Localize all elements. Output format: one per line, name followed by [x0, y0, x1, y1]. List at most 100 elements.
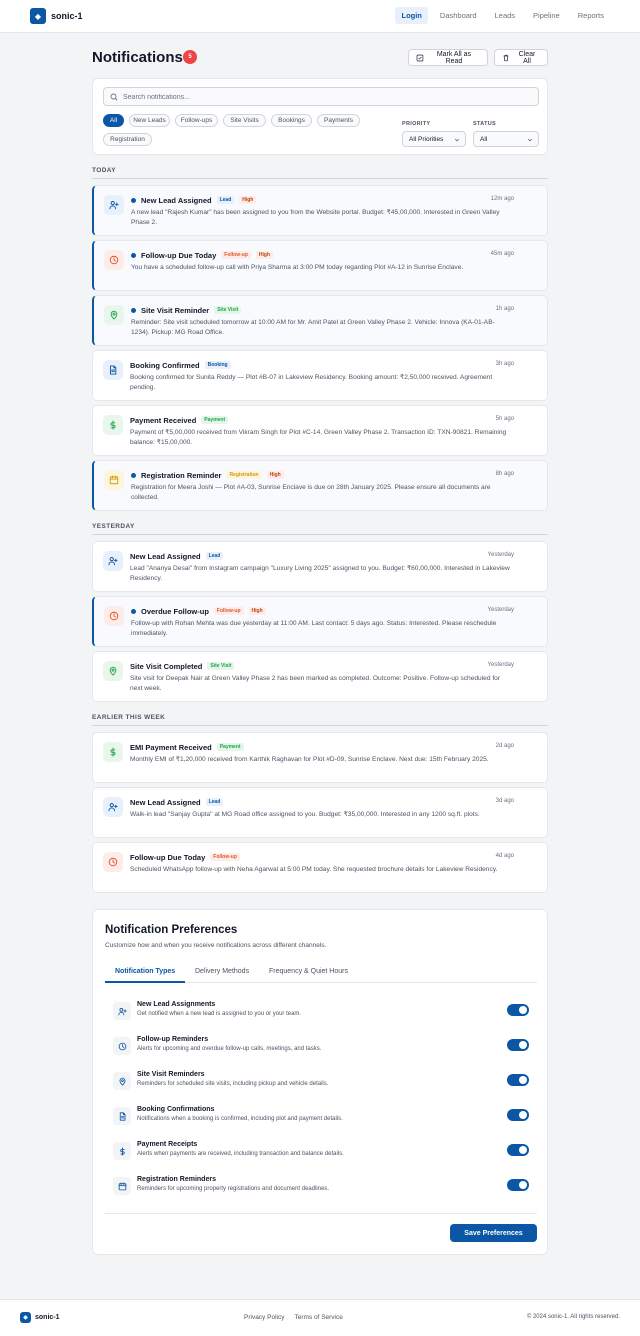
filter-chip-follow-ups[interactable]: Follow-ups	[175, 114, 218, 127]
preference-icon-wrap	[113, 1037, 131, 1055]
notification-card[interactable]: Follow-up Due Today Follow-up 4d ago Schedu…	[92, 842, 548, 893]
brand[interactable]: ◆ sonic-1	[30, 8, 83, 24]
notification-description: Lead "Ananya Desai" from Instagram campa…	[130, 565, 510, 582]
notification-title: Registration Reminder	[141, 470, 222, 480]
unread-dot-icon	[131, 307, 136, 313]
preference-icon-wrap	[113, 1072, 131, 1090]
tab-delivery-methods[interactable]: Delivery Methods	[195, 968, 249, 975]
filter-chip-new-leads[interactable]: New Leads	[129, 114, 170, 127]
section-label: YESTERDAY	[92, 523, 135, 530]
terms-of-service-link[interactable]: Terms of Service	[294, 1314, 342, 1321]
trash-icon	[503, 54, 509, 61]
category-tag: Site Visit	[207, 662, 235, 670]
notification-card[interactable]: Follow-up Due Today Follow-up High 45m ago Y…	[92, 240, 548, 291]
tab-notification-types[interactable]: Notification Types	[115, 968, 175, 975]
preference-row: Registration Reminders Reminders for upco…	[113, 1176, 529, 1204]
priority-tag: High	[239, 196, 257, 204]
footer-logo-icon: ◆	[20, 1312, 31, 1323]
notification-title-row: Follow-up Due Today Follow-up	[130, 852, 240, 862]
notification-description: You have a scheduled follow-up call with…	[131, 264, 464, 271]
filter-chip-bookings[interactable]: Bookings	[271, 114, 312, 127]
section-divider	[92, 178, 548, 179]
filter-chip-site-visits[interactable]: Site Visits	[223, 114, 266, 127]
notification-card[interactable]: New Lead Assigned Lead Yesterday Lead "Anan…	[92, 541, 548, 592]
preference-toggle[interactable]	[507, 1074, 529, 1086]
status-select[interactable]: All	[473, 131, 539, 147]
notification-card[interactable]: Site Visit Completed Site Visit Yesterday S…	[92, 651, 548, 702]
brand-name: sonic-1	[51, 11, 83, 21]
notification-time: 5h ago	[495, 416, 514, 422]
filter-panel: All New Leads Follow-ups Site Visits Boo…	[92, 78, 548, 155]
preference-icon-wrap	[113, 1177, 131, 1195]
notification-card[interactable]: Overdue Follow-up Follow-up High Yesterday F…	[92, 596, 548, 647]
notification-description: Walk-in lead "Sanjay Gupta" at MG Road o…	[130, 811, 480, 818]
user-plus-icon	[108, 557, 118, 566]
notification-preferences-card: Notification Preferences Customize how a…	[92, 909, 548, 1255]
clock-icon	[108, 857, 118, 867]
mark-all-read-button[interactable]: Mark All as Read	[408, 49, 488, 66]
preference-toggle[interactable]	[507, 1039, 529, 1051]
unread-dot-icon	[131, 608, 136, 614]
section-label: EARLIER THIS WEEK	[92, 714, 166, 721]
user-plus-icon	[109, 201, 119, 210]
notification-card[interactable]: Site Visit Reminder Site Visit 1h ago Remin…	[92, 295, 548, 346]
save-preferences-button[interactable]: Save Preferences	[450, 1224, 537, 1242]
dollar-icon	[110, 420, 116, 430]
notification-title-row: EMI Payment Received Payment	[130, 742, 244, 752]
priority-tag: High	[266, 471, 284, 479]
preferences-title: Notification Preferences	[105, 924, 238, 936]
nav-dashboard[interactable]: Dashboard	[434, 7, 483, 24]
priority-label: PRIORITY	[402, 121, 431, 127]
notification-icon-wrap	[103, 661, 123, 681]
preference-toggle[interactable]	[507, 1109, 529, 1121]
notification-card[interactable]: Payment Received Payment 5h ago Payment of …	[92, 405, 548, 456]
clear-all-label: Clear All	[518, 50, 536, 65]
clear-all-button[interactable]: Clear All	[494, 49, 548, 66]
category-tag: Payment	[201, 416, 229, 424]
footer-brand[interactable]: ◆ sonic-1	[20, 1312, 60, 1323]
notification-title-row: Overdue Follow-up Follow-up High	[131, 606, 266, 616]
user-plus-icon	[108, 803, 118, 812]
chevron-down-icon	[527, 138, 533, 142]
preference-toggle[interactable]	[507, 1144, 529, 1156]
notification-icon-wrap	[104, 305, 124, 325]
map-pin-icon	[110, 310, 118, 320]
filter-chip-registration[interactable]: Registration	[103, 133, 152, 146]
notification-description: Site visit for Deepak Nair at Green Vall…	[130, 675, 501, 692]
notification-card[interactable]: Registration Reminder Registration High 8h …	[92, 460, 548, 511]
priority-select[interactable]: All Priorities	[402, 131, 466, 147]
preference-row: Site Visit Reminders Reminders for schedu…	[113, 1071, 529, 1099]
notification-card[interactable]: New Lead Assigned Lead 3d ago Walk-in lead …	[92, 787, 548, 838]
calendar-icon	[109, 475, 119, 485]
notification-card[interactable]: EMI Payment Received Payment 2d ago Monthly…	[92, 732, 548, 783]
clock-icon	[109, 255, 119, 265]
preference-name: Registration Reminders	[137, 1176, 216, 1183]
privacy-policy-link[interactable]: Privacy Policy	[244, 1314, 284, 1321]
nav-leads[interactable]: Leads	[489, 7, 521, 24]
notification-title: Follow-up Due Today	[141, 250, 217, 260]
footer-brand-name: sonic-1	[35, 1314, 60, 1321]
category-tag: Follow-up	[210, 853, 240, 861]
notification-title-row: Payment Received Payment	[130, 415, 229, 425]
document-icon	[110, 365, 117, 375]
notification-card[interactable]: New Lead Assigned Lead High 12m ago A new le…	[92, 185, 548, 236]
priority-select-value: All Priorities	[409, 135, 444, 143]
nav-login[interactable]: Login	[395, 7, 428, 24]
preference-icon-wrap	[113, 1142, 131, 1160]
notification-title: Payment Received	[130, 415, 197, 425]
map-pin-icon	[109, 666, 117, 676]
notification-time: 45m ago	[490, 251, 514, 257]
filter-chip-payments[interactable]: Payments	[317, 114, 360, 127]
status-label: STATUS	[473, 121, 496, 127]
preference-toggle[interactable]	[507, 1004, 529, 1016]
category-tag: Lead	[205, 798, 224, 806]
notification-card[interactable]: Booking Confirmed Booking 3h ago Booking co…	[92, 350, 548, 401]
filter-chip-all[interactable]: All	[103, 114, 124, 127]
search-input[interactable]	[123, 90, 523, 104]
preference-row: Booking Confirmations Notifications when …	[113, 1106, 529, 1134]
preference-toggle[interactable]	[507, 1179, 529, 1191]
top-navbar: ◆ sonic-1 Login Dashboard Leads Pipeline…	[0, 0, 640, 33]
nav-reports[interactable]: Reports	[572, 7, 610, 24]
tab-frequency-quiet-hours[interactable]: Frequency & Quiet Hours	[269, 968, 348, 975]
nav-pipeline[interactable]: Pipeline	[527, 7, 566, 24]
